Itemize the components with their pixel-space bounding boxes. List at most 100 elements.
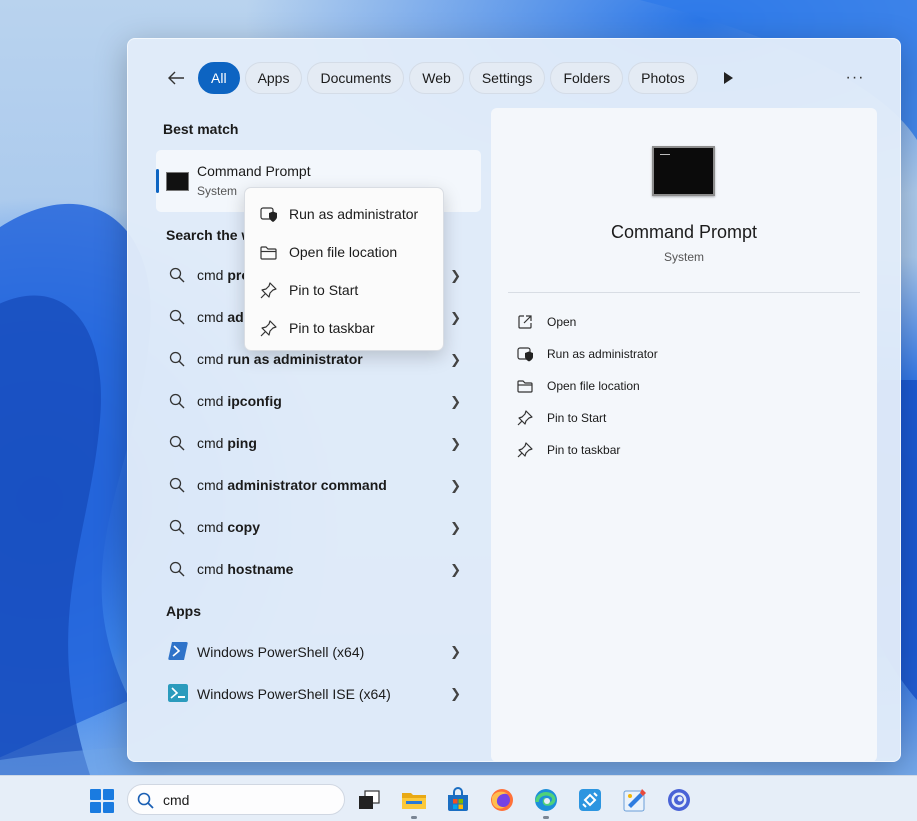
filter-documents[interactable]: Documents xyxy=(307,62,405,94)
action-run-as-admin[interactable]: Run as administrator xyxy=(517,338,847,370)
open-external-icon xyxy=(518,315,532,329)
search-icon xyxy=(169,309,185,325)
filter-apps[interactable]: Apps xyxy=(244,62,303,94)
chevron-right-icon: ❯ xyxy=(450,686,461,701)
context-pin-to-start[interactable]: Pin to Start xyxy=(245,271,445,309)
filter-folders[interactable]: Folders xyxy=(550,62,624,94)
command-prompt-icon xyxy=(652,146,715,196)
search-icon xyxy=(169,561,185,577)
filter-settings[interactable]: Settings xyxy=(468,62,546,94)
detail-title: Command Prompt xyxy=(610,222,758,242)
taskbar xyxy=(0,775,917,821)
start-button[interactable] xyxy=(90,789,114,813)
suggestion-text: cmd ad xyxy=(197,309,244,325)
action-open-file-location[interactable]: Open file location xyxy=(517,370,847,402)
suggestion-text: cmd copy xyxy=(197,519,261,535)
context-open-file-location[interactable]: Open file location xyxy=(245,233,445,271)
windows-logo-tile xyxy=(90,802,101,813)
selection-indicator xyxy=(156,169,159,193)
command-prompt-icon xyxy=(166,172,189,191)
action-label: Open xyxy=(547,315,577,329)
detail-subtitle: System xyxy=(663,250,704,264)
context-menu: Run as administrator Open file location … xyxy=(244,187,444,351)
divider xyxy=(508,292,860,293)
browser-icon[interactable] xyxy=(666,787,692,813)
app-result[interactable]: Windows PowerShell ISE (x64) ❯ xyxy=(156,673,481,715)
context-item-label: Open file location xyxy=(289,244,398,260)
shield-icon xyxy=(517,347,533,362)
action-label: Pin to taskbar xyxy=(547,443,621,457)
web-suggestion[interactable]: cmd ipconfig ❯ xyxy=(156,380,481,422)
pin-icon xyxy=(260,320,277,337)
pin-icon xyxy=(517,442,533,458)
back-button[interactable] xyxy=(162,64,190,92)
back-arrow-icon xyxy=(168,71,184,85)
detail-pane: Command Prompt System Open Run as admini… xyxy=(491,108,877,762)
powershell-ise-icon xyxy=(168,684,188,702)
suggestion-text: cmd pro xyxy=(197,267,250,283)
microsoft-store-icon[interactable] xyxy=(445,787,471,813)
folder-icon xyxy=(260,246,277,260)
action-label: Open file location xyxy=(547,379,640,393)
detail-actions: Open Run as administrator Open file loca… xyxy=(517,306,847,466)
best-match-heading: Best match xyxy=(163,121,239,137)
chevron-right-icon: ❯ xyxy=(450,562,461,577)
action-open[interactable]: Open xyxy=(517,306,847,338)
windows-logo-tile xyxy=(90,789,101,800)
apps-heading: Apps xyxy=(166,603,201,619)
pin-icon xyxy=(517,410,533,426)
web-suggestion[interactable]: cmd hostname ❯ xyxy=(156,548,481,590)
search-icon xyxy=(169,267,185,283)
best-match-name: Command Prompt xyxy=(197,163,311,179)
suggestion-text: cmd ping xyxy=(197,435,257,451)
play-icon xyxy=(723,72,733,84)
chevron-right-icon: ❯ xyxy=(450,394,461,409)
app-name: Windows PowerShell (x64) xyxy=(197,644,365,660)
file-explorer-icon[interactable] xyxy=(401,787,427,813)
more-options-button[interactable]: ··· xyxy=(844,67,866,89)
filter-web[interactable]: Web xyxy=(409,62,464,94)
search-icon xyxy=(169,351,185,367)
start-search-panel: All Apps Documents Web Settings Folders … xyxy=(127,38,901,762)
chevron-right-icon: ❯ xyxy=(450,478,461,493)
chevron-right-icon: ❯ xyxy=(450,520,461,535)
shield-icon xyxy=(260,207,277,222)
best-match-type: System xyxy=(197,184,238,198)
app-result[interactable]: Windows PowerShell (x64) ❯ xyxy=(156,631,481,673)
web-suggestion[interactable]: cmd ping ❯ xyxy=(156,422,481,464)
apps-list: Windows PowerShell (x64) ❯ Windows Power… xyxy=(156,631,481,715)
search-icon xyxy=(169,519,185,535)
filter-bar: All Apps Documents Web Settings Folders … xyxy=(162,61,880,95)
action-label: Run as administrator xyxy=(547,347,658,361)
chevron-right-icon: ❯ xyxy=(450,268,461,283)
filter-all[interactable]: All xyxy=(198,62,240,94)
more-filters-button[interactable] xyxy=(713,63,743,93)
folder-icon xyxy=(517,380,533,393)
action-pin-to-taskbar[interactable]: Pin to taskbar xyxy=(517,434,847,466)
filter-photos[interactable]: Photos xyxy=(628,62,698,94)
web-suggestion[interactable]: cmd administrator command ❯ xyxy=(156,464,481,506)
taskbar-search-box[interactable] xyxy=(127,784,345,815)
action-pin-to-start[interactable]: Pin to Start xyxy=(517,402,847,434)
suggestion-text: cmd ipconfig xyxy=(197,393,282,409)
web-suggestion[interactable]: cmd copy ❯ xyxy=(156,506,481,548)
search-icon xyxy=(169,393,185,409)
context-item-label: Pin to taskbar xyxy=(289,320,375,336)
suggestion-text: cmd run as administrator xyxy=(197,351,363,367)
context-pin-to-taskbar[interactable]: Pin to taskbar xyxy=(245,309,445,347)
chevron-right-icon: ❯ xyxy=(450,352,461,367)
remote-desktop-icon[interactable] xyxy=(577,787,603,813)
search-icon xyxy=(169,435,185,451)
pin-icon xyxy=(260,282,277,299)
edge-icon[interactable] xyxy=(533,787,559,813)
context-run-as-admin[interactable]: Run as administrator xyxy=(245,195,445,233)
taskbar-search-input[interactable] xyxy=(163,791,333,809)
context-item-label: Run as administrator xyxy=(289,206,419,222)
task-view-icon[interactable] xyxy=(356,787,382,813)
firefox-icon[interactable] xyxy=(489,787,515,813)
windows-logo-tile xyxy=(103,789,114,800)
paint-icon[interactable] xyxy=(622,787,648,813)
suggestion-text: cmd hostname xyxy=(197,561,294,577)
suggestion-text: cmd administrator command xyxy=(197,477,387,493)
running-indicator xyxy=(411,816,417,819)
